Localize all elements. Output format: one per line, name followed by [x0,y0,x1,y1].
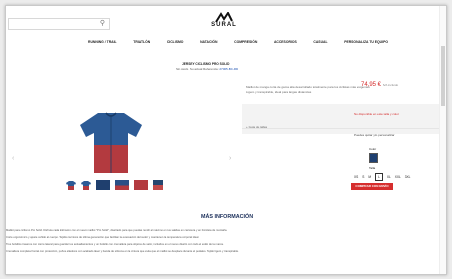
stock-status: No disponible en este talla y color [354,112,399,116]
more-info-paragraph-1: Maillot para ciclismo Pro Solid. Disfrut… [6,229,228,232]
thumbnail-back[interactable] [81,180,91,190]
reference-prefix: Sin stock. Su actual Referencia: [176,67,219,71]
nav-item-compresion[interactable]: COMPRESIÓN [234,40,257,44]
size-option-xl[interactable]: XL [387,175,391,179]
size-label: Talla [369,166,376,170]
thumbnail-detail-4[interactable] [153,180,163,190]
search-input[interactable]: ⚲ [8,18,110,30]
product-description: Maillot de manga corta de gama alta desa… [246,85,436,95]
scrollbar-thumb[interactable] [441,46,445,106]
logo[interactable]: SURAL [207,12,241,28]
size-option-xxl[interactable]: XXL [395,175,401,179]
thumbnail-front[interactable] [66,180,76,190]
thumbnail-detail-1[interactable] [96,180,110,190]
thumbnail-strip [66,180,163,190]
reference-value: 27005-BC-RD [219,67,239,71]
nav-item-personaliza[interactable]: PERSONALIZA TU EQUIPO [344,40,388,44]
divider [242,128,446,129]
nav-item-accesorios[interactable]: ACCESORIOS [274,40,297,44]
next-image-arrow-icon[interactable]: › [229,155,231,162]
personalize-text: Puedes quitar y/o personalizar [354,133,395,137]
size-selector: XS S M L XL XXL 3XL [354,173,410,181]
prev-image-arrow-icon[interactable]: ‹ [12,155,14,162]
color-swatch-blue[interactable] [369,153,378,163]
main-nav: RUNNING / TRAIL TRIATLÓN CICLISMO NATACI… [88,40,388,44]
size-option-xs[interactable]: XS [354,175,358,179]
nav-item-running[interactable]: RUNNING / TRAIL [88,40,117,44]
page-scrollbar[interactable] [439,6,446,274]
more-info-paragraph-3: Tres bolsillos traseros con cierre later… [6,243,224,246]
more-info-heading: MÁS INFORMACIÓN [201,214,254,220]
product-reference: Sin stock. Su actual Referencia: 27005-B… [176,67,238,71]
price-box [242,104,446,134]
nav-item-casual[interactable]: CASUAL [313,40,327,44]
more-info-body: Maillot para ciclismo Pro Solid. Disfrut… [6,229,436,257]
nav-item-ciclismo[interactable]: CICLISMO [167,40,184,44]
thumbnail-detail-2[interactable] [115,180,129,190]
thumbnail-detail-3[interactable] [134,180,148,190]
size-option-s[interactable]: S [362,175,364,179]
nav-item-triatlon[interactable]: TRIATLÓN [133,40,150,44]
more-info-paragraph-2: Corte ergonómico y ajuste ceñido al cuer… [6,236,200,239]
size-option-l[interactable]: L [375,173,383,181]
color-label: Color [369,147,377,151]
search-icon[interactable]: ⚲ [100,19,105,29]
size-option-m[interactable]: M [368,175,371,179]
size-option-3xl[interactable]: 3XL [405,175,411,179]
product-name: JERSEY CICLISMO PRO SOLID [182,62,230,66]
buy-button[interactable]: COMPRAR CON ENVÍO GRATIS [351,183,393,195]
logo-text: SURAL [211,22,237,28]
browser-page: ⚲ SURAL RUNNING / TRAIL TRIATLÓN CICLISM… [5,5,447,275]
more-info-paragraph-4: Cremallera completa frontal con protecci… [6,250,239,253]
product-main-image[interactable] [76,111,146,175]
nav-item-natacion[interactable]: NATACIÓN [200,40,217,44]
description-line-2: Ligero y transpirable, ideal para largas… [246,90,312,94]
